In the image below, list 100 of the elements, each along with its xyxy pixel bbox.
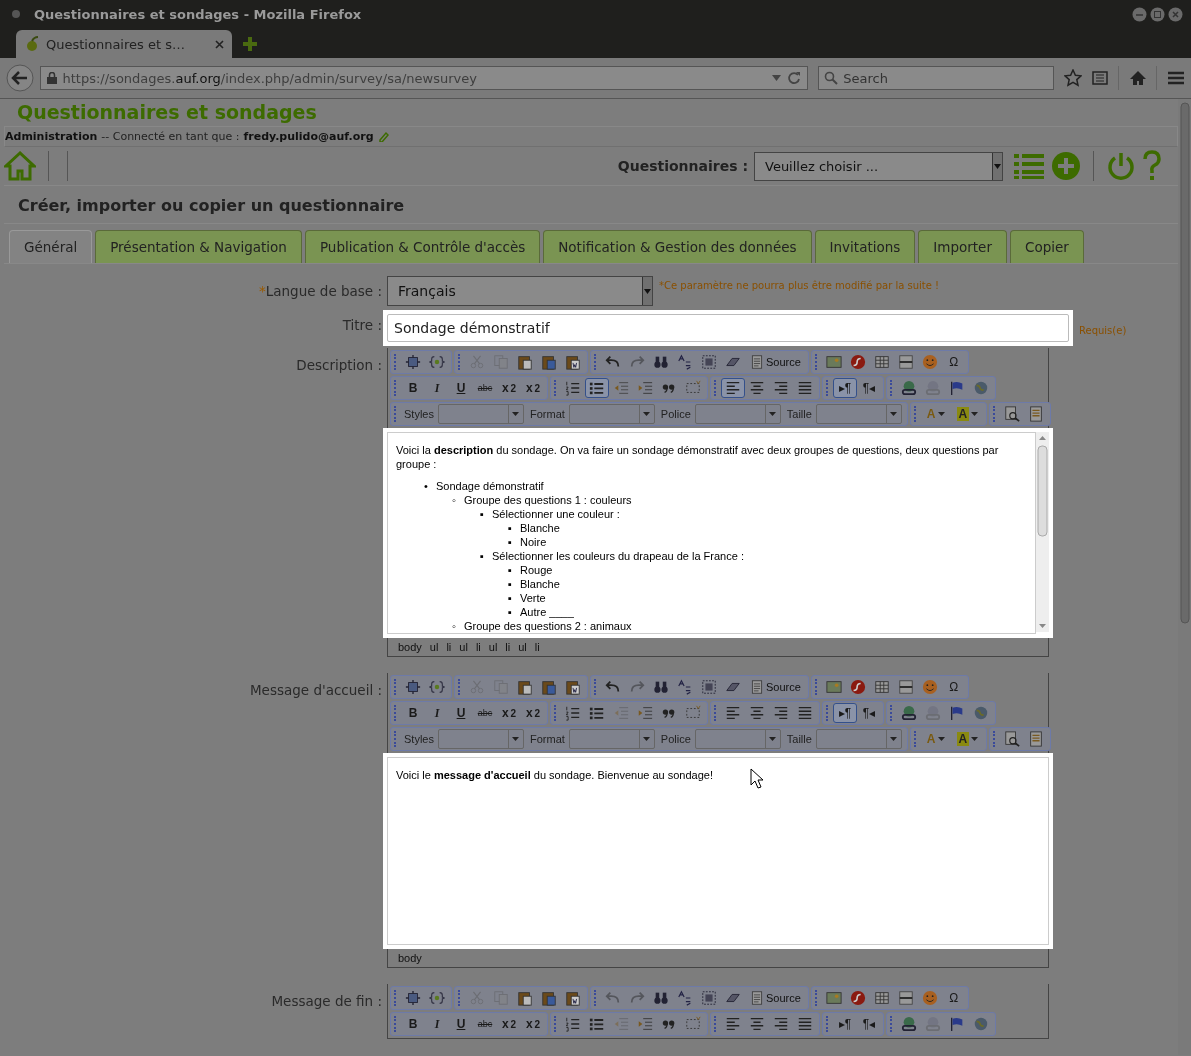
container-icon: [685, 1016, 701, 1032]
list-marker: ▪: [508, 535, 513, 549]
list-marker: ▪: [508, 577, 513, 591]
background-color-button[interactable]: A: [950, 729, 985, 749]
element-path-item[interactable]: li: [473, 641, 483, 653]
dropdown-arrow-icon: [971, 412, 979, 416]
tab[interactable]: Copier: [1010, 230, 1084, 263]
browser-tab[interactable]: Questionnaires et s…: [16, 30, 232, 58]
numbered-list-icon: [565, 705, 581, 721]
numbered-list-icon: [565, 1016, 581, 1032]
element-path-item[interactable]: ul: [486, 641, 500, 653]
tab[interactable]: Général: [9, 230, 93, 263]
image-icon: [825, 679, 842, 695]
close-icon[interactable]: [1168, 6, 1183, 22]
scrollbar[interactable]: [1036, 432, 1049, 632]
clipboard-icon: [517, 990, 533, 1006]
element-path-item[interactable]: li: [444, 641, 454, 653]
minimize-icon[interactable]: [1132, 6, 1147, 22]
search-field[interactable]: Search: [818, 66, 1055, 90]
element-path-item[interactable]: li: [503, 641, 513, 653]
toolbar-button[interactable]: I: [425, 1014, 449, 1034]
align-right-icon: [773, 1016, 789, 1032]
field-label: Titre :: [342, 317, 382, 333]
toolbar-button[interactable]: ▸¶: [833, 378, 857, 398]
element-path-item[interactable]: ul: [516, 641, 529, 653]
element-path-item[interactable]: body: [396, 641, 424, 653]
home-icon[interactable]: [1128, 70, 1147, 86]
align-right-icon: [773, 705, 789, 721]
toolbar-button[interactable]: ▸¶: [833, 703, 857, 723]
language-select[interactable]: Français: [387, 276, 653, 306]
element-path-item[interactable]: li: [532, 641, 542, 653]
reading-list-icon[interactable]: [1091, 70, 1108, 86]
element-path-item[interactable]: ul: [457, 641, 470, 653]
toolbar-button[interactable]: Ω: [941, 352, 966, 372]
dropdown-arrow-icon: [769, 412, 777, 416]
list-item: Rouge: [520, 563, 553, 577]
source-button[interactable]: Source: [745, 352, 806, 372]
toolbar-button[interactable]: abc: [473, 703, 497, 723]
align-center-icon: [749, 380, 765, 396]
element-path-item[interactable]: ul: [427, 641, 441, 653]
source-button[interactable]: Source: [745, 988, 806, 1008]
list-item: Blanche: [520, 521, 560, 535]
preview-icon: [1004, 406, 1021, 422]
tab[interactable]: Présentation & Navigation: [95, 230, 302, 263]
toolbar-button[interactable]: ▸¶: [833, 1014, 857, 1034]
replace-icon: [677, 354, 693, 370]
toolbar-button[interactable]: I: [425, 378, 449, 398]
tab[interactable]: Invitations: [814, 230, 916, 263]
address-bar[interactable]: https://sondages.auf.org/index.php/admin/survey/sa/newsurvey: [39, 66, 809, 90]
tab[interactable]: Importer: [918, 230, 1007, 263]
toolbar-button[interactable]: ¶◂: [857, 378, 881, 398]
survey-select[interactable]: Veuillez choisir ...: [754, 151, 1003, 181]
maximize-icon[interactable]: [1150, 6, 1165, 22]
background-color-button[interactable]: A: [950, 404, 985, 424]
tab[interactable]: Notification & Gestion des données: [543, 230, 812, 263]
toolbar-button[interactable]: [721, 378, 745, 398]
toolbar-button[interactable]: Ω: [941, 677, 966, 697]
link-icon: [901, 705, 917, 721]
toolbar-button[interactable]: I: [425, 703, 449, 723]
element-path-item[interactable]: body: [396, 952, 424, 964]
unlink-icon: [925, 705, 941, 721]
align-right-icon: [773, 380, 789, 396]
menu-icon[interactable]: [1167, 71, 1185, 85]
editor-content[interactable]: Voici le message d'accueil du sondage. Bienvenue au sondage!: [387, 757, 1049, 945]
preview-icon: [1004, 731, 1021, 747]
toolbar-button[interactable]: ¶◂: [857, 1014, 881, 1034]
plus-icon[interactable]: [242, 36, 258, 52]
flag-icon: [949, 1016, 965, 1032]
toolbar-button[interactable]: B: [401, 703, 425, 723]
indent-icon: [637, 380, 653, 396]
container-icon: [685, 380, 701, 396]
globe-icon: [973, 1016, 989, 1032]
toolbar-button[interactable]: abc: [473, 1014, 497, 1034]
bullet-list-icon: [589, 380, 605, 396]
source-button[interactable]: Source: [745, 677, 806, 697]
toolbar-button[interactable]: U: [449, 703, 473, 723]
toolbar-button[interactable]: ¶◂: [857, 703, 881, 723]
reload-icon[interactable]: [787, 71, 802, 85]
paragraph: Voici la description du sondage. On va faire un sondage démonstratif avec deux groupes de questions, deux questions par groupe :: [396, 443, 1000, 471]
app-title: Questionnaires et sondages: [16, 100, 318, 125]
template-icon: [1028, 406, 1045, 422]
window-menu-icon[interactable]: [12, 10, 20, 18]
align-left-icon: [725, 705, 741, 721]
toolbar-button[interactable]: [585, 378, 609, 398]
clipboard-icon: [565, 990, 581, 1006]
toolbar-button[interactable]: B: [401, 378, 425, 398]
star-icon[interactable]: [1064, 69, 1082, 87]
close-icon[interactable]: [215, 39, 224, 49]
dropdown-arrow-icon: [644, 288, 651, 294]
list-item: Autre ____: [520, 605, 574, 619]
tab[interactable]: Publication & Contrôle d'accès: [304, 230, 541, 263]
toolbar-button[interactable]: B: [401, 1014, 425, 1034]
title-field[interactable]: Sondage démonstratif: [383, 310, 1073, 346]
dropdown-arrow-icon[interactable]: [772, 75, 782, 81]
toolbar-button[interactable]: U: [449, 378, 473, 398]
toolbar-button[interactable]: Ω: [941, 988, 966, 1008]
braces-icon: [429, 679, 445, 695]
toolbar-button[interactable]: abc: [473, 378, 497, 398]
scissors-icon: [469, 990, 485, 1006]
toolbar-button[interactable]: U: [449, 1014, 473, 1034]
